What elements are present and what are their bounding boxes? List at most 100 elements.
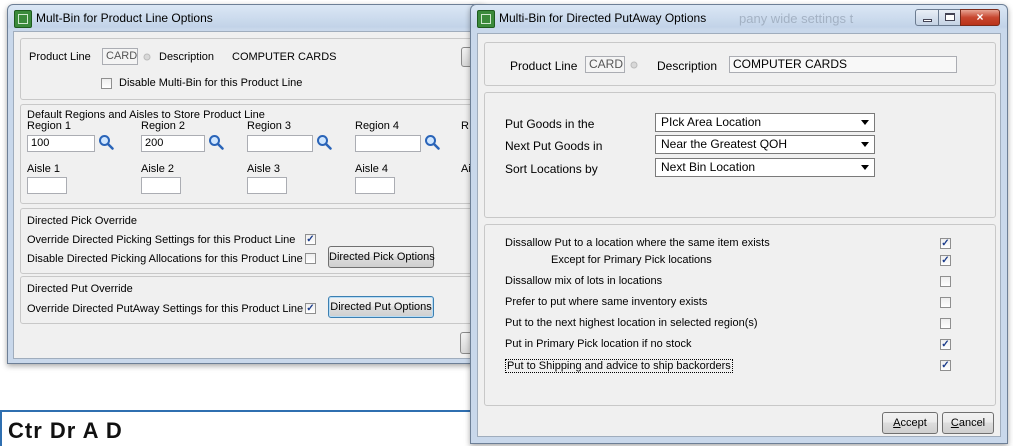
putaway-description-field[interactable]: COMPUTER CARDS (729, 56, 957, 73)
chevron-down-icon (861, 165, 869, 170)
pick-override-heading: Directed Pick Override (27, 215, 138, 227)
directed-pick-options-button[interactable]: Directed Pick Options (328, 246, 435, 268)
maximize-button[interactable] (938, 9, 961, 26)
put-override-heading: Directed Put Override (27, 283, 133, 295)
region-2-label: Region 2 (141, 120, 186, 132)
directed-pick-panel: Directed Pick Override Override Directed… (20, 208, 482, 274)
region-1-search-icon[interactable] (98, 134, 114, 150)
minimize-icon (923, 19, 932, 22)
lookup-icon[interactable] (629, 60, 639, 70)
close-icon: × (976, 10, 984, 24)
window2-titlebar[interactable]: Multi-Bin for Directed PutAway Options p… (471, 5, 1007, 31)
put-goods-value: PIck Area Location (661, 115, 762, 129)
option-checkbox[interactable] (940, 276, 951, 287)
option-checkbox[interactable] (940, 360, 951, 371)
sort-locations-select[interactable]: Next Bin Location (655, 158, 875, 177)
option-label: Dissallow Put to a location where the sa… (505, 237, 770, 249)
aisle-2-field[interactable] (141, 177, 181, 194)
region-4-field[interactable] (355, 135, 421, 152)
region-2-field[interactable]: 200 (141, 135, 205, 152)
product-line-label: Product Line (29, 51, 91, 63)
product-line-options-window: Mult-Bin for Product Line Options Produc… (7, 4, 491, 364)
lookup-icon[interactable] (142, 52, 152, 62)
window1-client: Product Line CARD Description COMPUTER C… (13, 31, 491, 359)
cancel-label: ancel (958, 417, 986, 429)
disable-multibin-checkbox[interactable] (101, 78, 112, 89)
putaway-location-panel: Put Goods in the PIck Area Location Next… (484, 92, 996, 218)
sort-locations-label: Sort Locations by (505, 162, 598, 176)
aisle-1-field[interactable] (27, 177, 67, 194)
aisle-3-field[interactable] (247, 177, 287, 194)
next-put-select[interactable]: Near the Greatest QOH (655, 135, 875, 154)
next-put-value: Near the Greatest QOH (661, 137, 788, 151)
cancel-button[interactable]: Cancel (942, 412, 994, 434)
window2-title-background-text: pany wide settings t (739, 11, 854, 26)
region-3-field[interactable] (247, 135, 313, 152)
window1-title: Mult-Bin for Product Line Options (36, 11, 213, 25)
putaway-product-line-label: Product Line (510, 59, 578, 73)
option-checkbox[interactable] (940, 318, 951, 329)
option-checkbox[interactable] (940, 297, 951, 308)
putaway-header-panel: Product Line CARD Description COMPUTER C… (484, 42, 996, 86)
close-button[interactable]: × (960, 9, 1000, 26)
region-1-field[interactable]: 100 (27, 135, 95, 152)
region-1-label: Region 1 (27, 120, 72, 132)
description-label: Description (159, 51, 215, 63)
override-pick-label: Override Directed Picking Settings for t… (27, 234, 296, 246)
region-5-label: R (461, 120, 469, 132)
app-icon (477, 10, 495, 28)
option-label: Prefer to put where same inventory exist… (505, 296, 708, 308)
override-pick-checkbox[interactable] (305, 234, 316, 245)
chevron-down-icon (861, 142, 869, 147)
aisle-2-label: Aisle 2 (141, 163, 175, 175)
region-3-label: Region 3 (247, 120, 292, 132)
chevron-down-icon (861, 120, 869, 125)
maximize-icon (945, 13, 955, 21)
option-label: Put in Primary Pick location if no stock (505, 338, 692, 350)
put-goods-label: Put Goods in the (505, 117, 595, 131)
next-put-label: Next Put Goods in (505, 139, 603, 153)
background-heading: Ctr Dr A D (8, 418, 123, 443)
window2-client: Product Line CARD Description COMPUTER C… (477, 33, 1001, 437)
sort-locations-value: Next Bin Location (661, 160, 756, 174)
region-4-search-icon[interactable] (424, 134, 440, 150)
disable-pick-checkbox[interactable] (305, 253, 316, 264)
putaway-description-label: Description (657, 59, 718, 73)
description-value: COMPUTER CARDS (232, 51, 337, 63)
override-put-checkbox[interactable] (305, 303, 316, 314)
region-2-search-icon[interactable] (208, 134, 224, 150)
option-checkbox[interactable] (940, 339, 951, 350)
disable-multibin-label: Disable Multi-Bin for this Product Line (119, 77, 303, 89)
window2-title: Multi-Bin for Directed PutAway Options (499, 11, 707, 25)
accept-label: ccept (900, 417, 927, 429)
option-label: Except for Primary Pick locations (551, 254, 712, 266)
minimize-button[interactable] (915, 9, 939, 26)
aisle-1-label: Aisle 1 (27, 163, 61, 175)
window1-titlebar[interactable]: Mult-Bin for Product Line Options (8, 5, 486, 31)
accept-accel: A (893, 417, 901, 429)
option-label: Dissallow mix of lots in locations (505, 275, 663, 287)
directed-put-panel: Directed Put Override Override Directed … (20, 276, 482, 324)
aisle-3-label: Aisle 3 (247, 163, 281, 175)
region-4-label: Region 4 (355, 120, 400, 132)
directed-putaway-options-window: Multi-Bin for Directed PutAway Options p… (470, 4, 1008, 444)
app-icon (14, 10, 32, 28)
product-line-panel: Product Line CARD Description COMPUTER C… (20, 38, 491, 100)
cancel-accel: C (950, 417, 959, 429)
accept-button[interactable]: Accept (882, 412, 938, 434)
putaway-product-line-field[interactable]: CARD (585, 56, 625, 73)
putaway-options-panel: Dissallow Put to a location where the sa… (484, 224, 996, 406)
option-label: Put to the next highest location in sele… (505, 317, 758, 329)
aisle-4-field[interactable] (355, 177, 395, 194)
region-3-search-icon[interactable] (316, 134, 332, 150)
directed-put-options-button[interactable]: Directed Put Options (328, 296, 434, 318)
override-put-label: Override Directed PutAway Settings for t… (27, 303, 304, 315)
product-line-field[interactable]: CARD (102, 48, 138, 65)
option-label: Put to Shipping and advice to ship backo… (505, 359, 733, 373)
put-goods-select[interactable]: PIck Area Location (655, 113, 875, 132)
regions-panel: Default Regions and Aisles to Store Prod… (20, 104, 482, 204)
option-checkbox[interactable] (940, 255, 951, 266)
aisle-4-label: Aisle 4 (355, 163, 389, 175)
option-checkbox[interactable] (940, 238, 951, 249)
disable-pick-label: Disable Directed Picking Allocations for… (27, 253, 303, 265)
